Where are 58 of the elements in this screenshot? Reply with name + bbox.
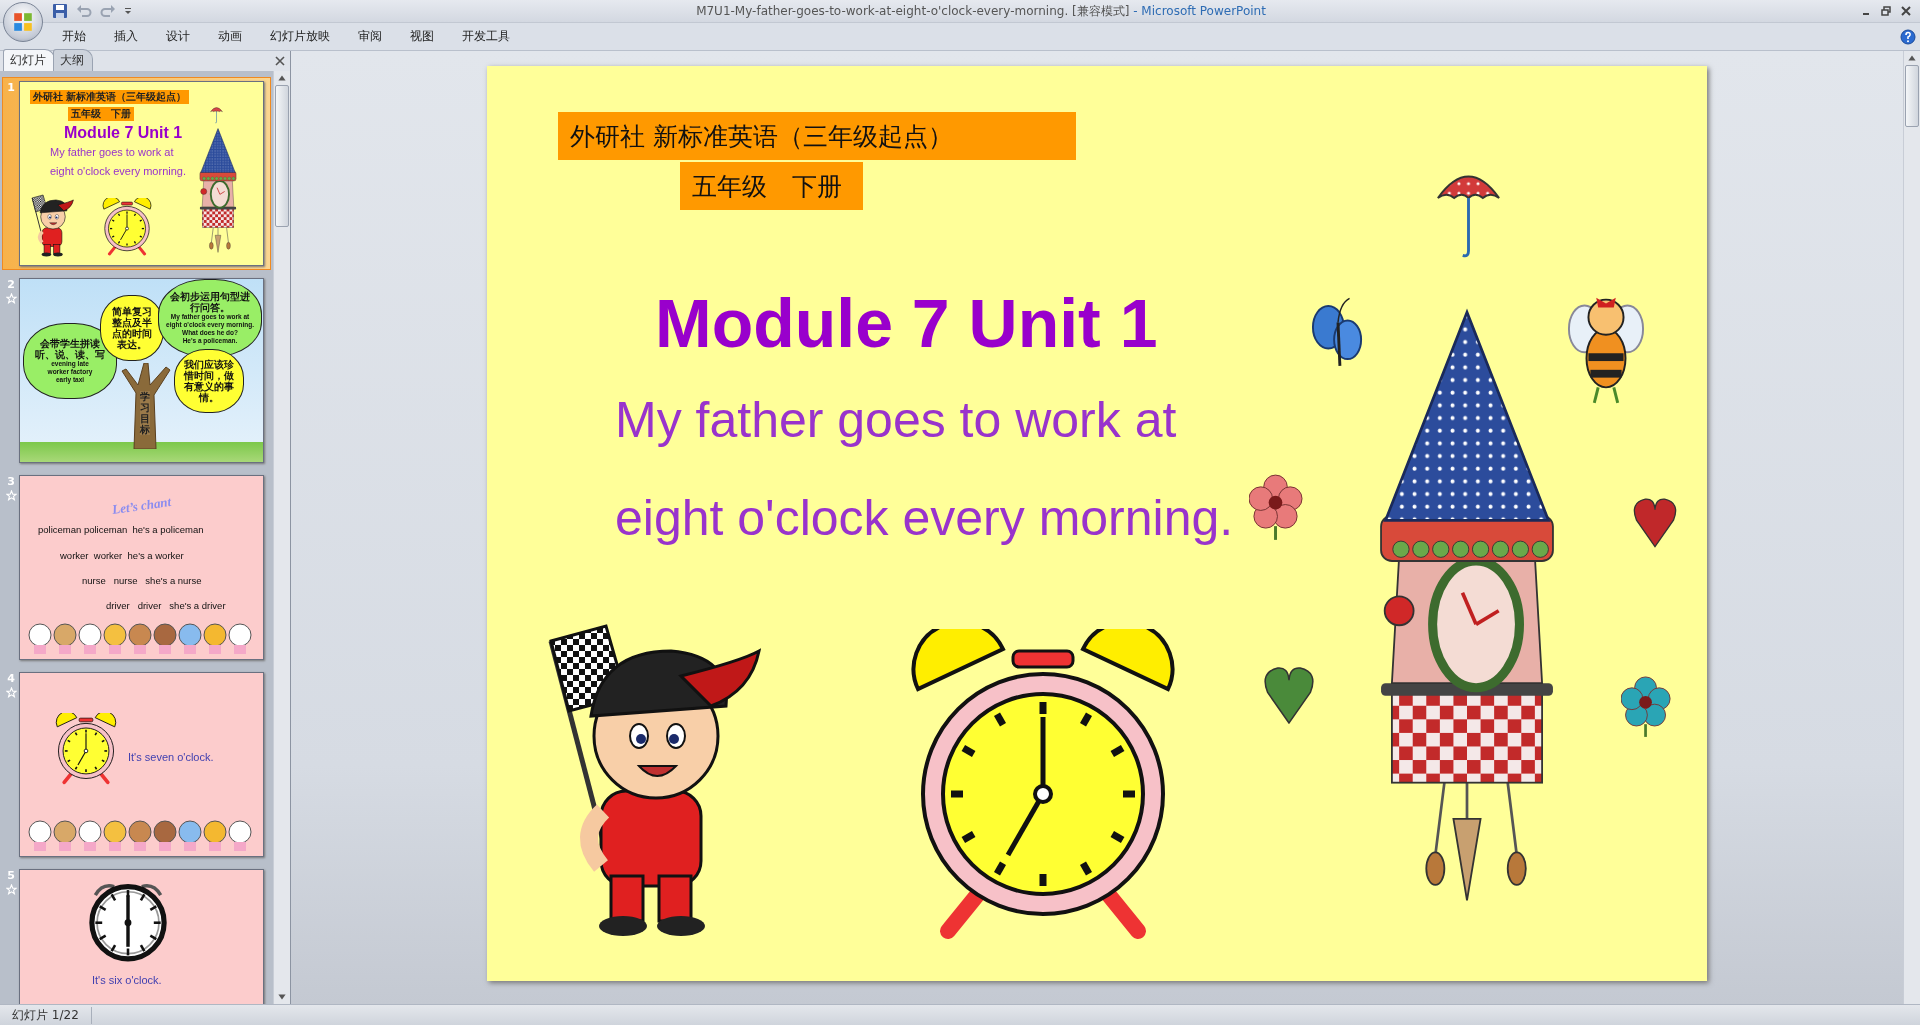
tree-label: 学习目标 (140, 391, 150, 435)
slide-indicator: 幻灯片 1/22 (0, 1006, 92, 1024)
scroll-thumb[interactable] (1905, 65, 1919, 127)
slide-thumbnail[interactable]: It's six o'clock. (19, 869, 264, 1004)
thumbnail-title: Module 7 Unit 1 (64, 124, 183, 142)
slide-subtitle: eight o'clock every morning. (615, 489, 1234, 547)
slide-thumbnail-row[interactable]: 3 Let’s chant policeman policeman he's a policeman worker worker he's a worker nurse nurse she's a nurse driver driver she's a driver (2, 471, 271, 664)
slide-title: Module 7 Unit 1 (655, 284, 1158, 362)
slide-thumbnail-row[interactable]: 5 It's six o'clock. (2, 865, 271, 1004)
save-icon[interactable] (52, 3, 68, 19)
ribbon-tab[interactable]: 开发工具 (448, 24, 524, 49)
ribbon-tab[interactable]: 动画 (204, 24, 256, 49)
help-icon[interactable] (1900, 28, 1916, 45)
slide-number: 4 (7, 672, 15, 685)
slide-thumbnail[interactable]: Let’s chant policeman policeman he's a policeman worker worker he's a worker nurse nurse she's a nurse driver driver she's a driver (19, 475, 264, 660)
cloud-text: 我们应该珍惜时间，做有意义的事情。 (183, 359, 235, 403)
thumbnail-header: 外研社 新标准英语（三年级起点） (30, 90, 190, 104)
office-logo-icon (12, 11, 34, 33)
cloud-text: 会带学生拼读听、说、读、写 (34, 338, 106, 361)
window-title: M7U1-My-father-goes-to-work-at-eight-o'clock-every-morning. [兼容模式] - Microsoft PowerPoint (695, 2, 1267, 20)
ribbon-tab[interactable]: 插入 (100, 24, 152, 49)
thumbnail-header: 五年级 下册 (68, 107, 134, 121)
slide-number: 5 (7, 869, 15, 882)
slide-thumbnail-row[interactable]: 4 It's seven o'clock. (2, 668, 271, 861)
chant-line: worker worker he's a worker (60, 550, 184, 561)
thumbnail-caption: It's seven o'clock. (128, 751, 214, 763)
customize-caret-icon[interactable] (124, 7, 132, 15)
close-icon[interactable] (274, 55, 286, 67)
panel-tab[interactable]: 幻灯片 (3, 49, 55, 71)
slide-header: 外研社 新标准英语（三年级起点） (558, 112, 1076, 160)
ribbon-tab[interactable]: 幻灯片放映 (256, 24, 344, 49)
cloud-text: 会初步运用句型进行问答。 (169, 291, 251, 314)
slide-thumbnail-row[interactable]: 1 外研社 新标准英语（三年级起点） 五年级 下册 Module 7 Unit 1 My father goes to work at eight o'clock every morning. (2, 77, 271, 270)
thumbnail-text: eight o'clock every morning. (50, 165, 186, 177)
slide-number: 1 (7, 81, 15, 94)
slide-number: 2 (7, 278, 15, 291)
vertical-scrollbar[interactable] (273, 71, 290, 1004)
restore-icon[interactable] (1880, 5, 1892, 17)
vertical-scrollbar[interactable] (1903, 51, 1920, 1004)
slide-thumbnail[interactable]: 外研社 新标准英语（三年级起点） 五年级 下册 Module 7 Unit 1 My father goes to work at eight o'clock every morning. (19, 81, 264, 266)
thumbnail-caption: It's six o'clock. (92, 974, 162, 986)
slide-subheader: 五年级 下册 (680, 162, 863, 210)
scroll-thumb[interactable] (275, 85, 289, 227)
chant-line: driver driver she's a driver (106, 600, 226, 611)
slide-number: 3 (7, 475, 15, 488)
chant-line: nurse nurse she's a nurse (82, 575, 202, 586)
ribbon-tab[interactable]: 开始 (48, 24, 100, 49)
ribbon-tab[interactable]: 设计 (152, 24, 204, 49)
ribbon-tab[interactable]: 审阅 (344, 24, 396, 49)
panel-tab[interactable]: 大纲 (53, 49, 93, 71)
cloud-text: 简单复习整点及半点的时间表达。 (111, 306, 153, 350)
thumbnail-text: My father goes to work at (50, 146, 174, 158)
close-icon[interactable] (1900, 5, 1912, 17)
slide-subtitle: My father goes to work at (615, 391, 1177, 449)
thumbnail-heading: Let’s chant (111, 493, 173, 519)
ribbon-tab[interactable]: 视图 (396, 24, 448, 49)
slide-thumbnail[interactable]: It's seven o'clock. (19, 672, 264, 857)
chant-line: policeman policeman he's a policeman (38, 524, 204, 535)
